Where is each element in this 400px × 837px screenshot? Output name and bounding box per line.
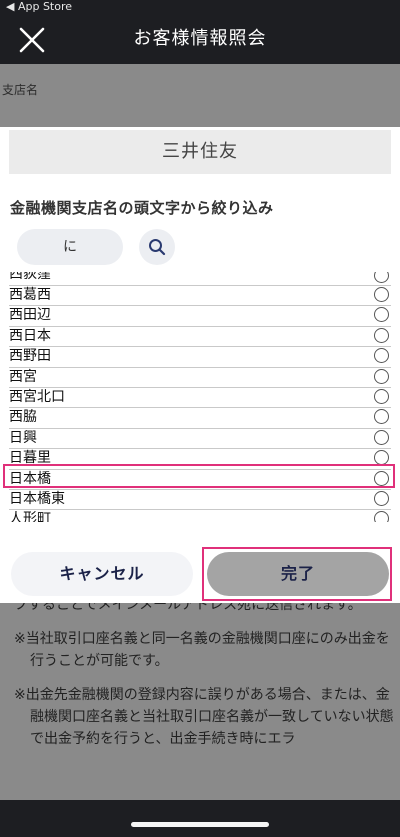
branch-row[interactable]: 西脇 (9, 408, 391, 429)
search-button[interactable] (139, 229, 175, 265)
notes: プすることでメインメールアドレス宛に送信されます。 ※当社取引口座名義と同一名義… (0, 594, 400, 762)
cancel-button[interactable]: キャンセル (11, 552, 193, 596)
branch-row-highlighted[interactable]: 日本橋 (9, 470, 391, 490)
note-item: ※当社取引口座名義と同一名義の金融機関口座にのみ出金を行うことが可能です。 (14, 631, 390, 669)
branch-row[interactable]: 日本橋東 (9, 490, 391, 511)
radio-button[interactable] (374, 511, 389, 522)
radio-button[interactable] (374, 429, 389, 445)
branch-label: 人形町 (9, 511, 51, 522)
bank-name: 三井住友 (9, 130, 391, 174)
home-bar (0, 800, 400, 837)
branch-label: 西脇 (9, 409, 37, 426)
branch-label: 西宮北口 (9, 388, 65, 405)
branch-picker-sheet: 三井住友 金融機関支店名の頭文字から絞り込み に 西荻窪 西葛西 西田辺 西日本… (0, 127, 400, 603)
branch-label: 西荻窪 (9, 272, 51, 282)
initial-filter-input[interactable]: に (17, 229, 123, 265)
branch-label: 日興 (9, 429, 37, 446)
branch-row[interactable]: 西宮北口 (9, 388, 391, 409)
branch-row[interactable]: 日暮里 (9, 449, 391, 470)
radio-button[interactable] (374, 287, 389, 302)
branch-list[interactable]: 西荻窪 西葛西 西田辺 西日本 西野田 西宮 西宮北口 西脇 日興 日暮里 日本… (0, 272, 400, 522)
back-to-app-store[interactable]: ◀ App Store (6, 0, 72, 14)
radio-button[interactable] (374, 409, 389, 425)
page-title: お客様情報照会 (133, 28, 267, 49)
branch-label: 西野田 (9, 348, 51, 365)
radio-button[interactable] (374, 388, 389, 404)
radio-button[interactable] (374, 327, 389, 343)
branch-row[interactable]: 人形町 (9, 510, 391, 522)
branch-label: 西日本 (9, 327, 51, 344)
branch-row[interactable]: 西日本 (9, 327, 391, 348)
header: お客様情報照会 (0, 14, 400, 64)
note-item: ※出金先金融機関の登録内容に誤りがある場合、または、金融機関口座名義と当社取引口… (14, 687, 394, 747)
branch-row[interactable]: 西田辺 (9, 306, 391, 327)
branch-row[interactable]: 西宮 (9, 368, 391, 388)
radio-button[interactable] (374, 348, 389, 364)
branch-label: 日暮里 (9, 450, 51, 467)
branch-row[interactable]: 西荻窪 (9, 272, 391, 286)
branch-label: 西葛西 (9, 287, 51, 303)
branch-row[interactable]: 西野田 (9, 347, 391, 368)
branch-label: 日本橋 (9, 470, 51, 487)
radio-button[interactable] (374, 368, 389, 384)
filter-label: 金融機関支店名の頭文字から絞り込み (10, 199, 274, 217)
branch-label: 支店名 (2, 83, 39, 97)
radio-button[interactable] (374, 450, 389, 466)
radio-button[interactable] (374, 272, 389, 283)
branch-label: 西宮 (9, 368, 37, 385)
home-indicator[interactable] (131, 822, 269, 827)
branch-row[interactable]: 日興 (9, 429, 391, 450)
done-button[interactable]: 完了 (207, 552, 389, 596)
radio-button[interactable] (374, 307, 389, 323)
radio-button[interactable] (374, 470, 389, 486)
status-bar: ◀ App Store (0, 0, 400, 14)
search-icon (149, 239, 166, 256)
branch-row[interactable]: 西葛西 (9, 286, 391, 307)
radio-button[interactable] (374, 490, 389, 506)
branch-label: 日本橋東 (9, 490, 65, 507)
branch-label: 西田辺 (9, 307, 51, 324)
